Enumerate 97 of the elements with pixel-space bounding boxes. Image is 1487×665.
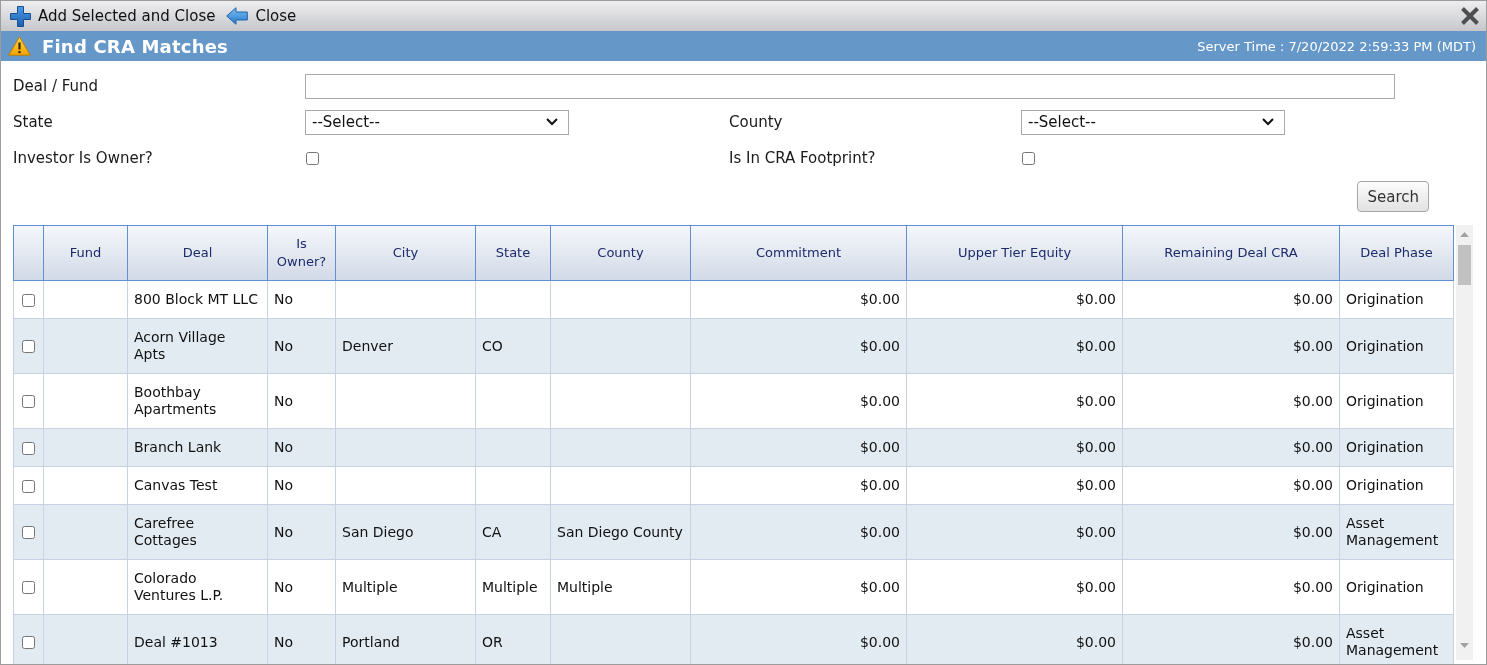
table-row[interactable]: 800 Block MT LLC No $0.00 $0.00 $0.00 Origination — [13, 280, 1454, 319]
table-row[interactable]: Branch Lank No $0.00 $0.00 $0.00 Origination — [13, 428, 1454, 467]
table-cell: $0.00 — [1122, 466, 1340, 505]
field-label: Deal / Fund — [13, 77, 100, 95]
table-row[interactable]: Acorn Village Apts No Denver CO $0.00 $0.00 $0.00 Origination — [13, 318, 1454, 374]
table-cell: $0.00 — [906, 466, 1123, 505]
table-cell: No — [267, 559, 336, 615]
table-cell: $0.00 — [690, 373, 907, 429]
table-cell: No — [267, 318, 336, 374]
table-cell: Multiple — [335, 559, 476, 615]
table-cell: $0.00 — [1122, 280, 1340, 319]
dropdown[interactable]: --Select-- — [305, 109, 569, 135]
table-cell: 800 Block MT LLC — [127, 280, 268, 319]
text-field[interactable] — [305, 73, 1395, 99]
table-cell: No — [267, 280, 336, 319]
table-cell: $0.00 — [1122, 559, 1340, 615]
table-cell: Origination — [1339, 373, 1454, 429]
table-cell: San Diego — [335, 504, 476, 560]
checkbox[interactable] — [22, 395, 35, 408]
table-cell: $0.00 — [1122, 428, 1340, 467]
table-row[interactable]: Canvas Test No $0.00 $0.00 $0.00 Origination — [13, 466, 1454, 505]
column-header[interactable]: Upper Tier Equity — [906, 225, 1123, 281]
search-button[interactable]: Search — [1357, 181, 1429, 212]
table-cell: Denver — [335, 318, 476, 374]
table-cell: $0.00 — [690, 559, 907, 615]
table-cell: No — [267, 428, 336, 467]
table-cell: CO — [475, 318, 551, 374]
checkbox[interactable] — [22, 293, 35, 307]
table-cell: Origination — [1339, 559, 1454, 615]
column-header[interactable]: Is Owner? — [267, 225, 336, 281]
table-cell: $0.00 — [690, 504, 907, 560]
table-cell: $0.00 — [906, 280, 1123, 319]
chevron-down-icon — [546, 118, 558, 126]
checkbox[interactable] — [22, 340, 35, 353]
table-cell: Origination — [1339, 428, 1454, 467]
field-label: Is In CRA Footprint? — [729, 149, 877, 167]
table-cell: Origination — [1339, 280, 1454, 319]
table-cell: Canvas Test — [127, 466, 268, 505]
table-cell: Multiple — [550, 559, 691, 615]
table-cell: San Diego County — [550, 504, 691, 560]
column-header[interactable]: Deal — [127, 225, 268, 281]
table-cell: Carefree Cottages — [127, 504, 268, 560]
column-header[interactable]: Deal Phase — [1339, 225, 1454, 281]
table-row[interactable]: Boothbay Apartments No $0.00 $0.00 $0.00 Origination — [13, 373, 1454, 429]
table-cell: $0.00 — [1122, 504, 1340, 560]
checkbox[interactable] — [22, 581, 35, 594]
column-header[interactable]: State — [475, 225, 551, 281]
table-cell: $0.00 — [906, 373, 1123, 429]
table-cell: $0.00 — [906, 504, 1123, 560]
table-cell: Branch Lank — [127, 428, 268, 467]
table-cell: Boothbay Apartments — [127, 373, 268, 429]
table-cell: Asset Management — [1339, 504, 1454, 560]
table-cell: No — [267, 373, 336, 429]
close-button[interactable]: Close — [226, 3, 302, 29]
checkbox[interactable] — [22, 441, 35, 455]
column-header[interactable]: County — [550, 225, 691, 281]
server-time: Server Time : 7/20/2022 2:59:33 PM (MDT) — [1197, 38, 1476, 54]
plus-icon — [10, 5, 31, 27]
column-header[interactable]: Commitment — [690, 225, 907, 281]
column-header[interactable]: Fund — [43, 225, 128, 281]
checkbox[interactable] — [1022, 152, 1035, 165]
close-icon — [1460, 6, 1480, 26]
table-cell: Origination — [1339, 318, 1454, 374]
table-cell: $0.00 — [690, 428, 907, 467]
table-cell: $0.00 — [1122, 373, 1340, 429]
table-cell: $0.00 — [690, 280, 907, 319]
table-cell: $0.00 — [690, 466, 907, 505]
chevron-down-icon — [1262, 118, 1274, 126]
scrollbar[interactable] — [1456, 225, 1473, 660]
table-cell: No — [267, 466, 336, 505]
checkbox[interactable] — [306, 152, 319, 165]
checkbox[interactable] — [22, 479, 35, 493]
checkbox[interactable] — [22, 526, 35, 539]
column-header[interactable]: Remaining Deal CRA — [1122, 225, 1340, 281]
table-cell: $0.00 — [690, 318, 907, 374]
field-label: Investor Is Owner? — [13, 149, 154, 167]
table-cell: CA — [475, 504, 551, 560]
table-cell: $0.00 — [1122, 318, 1340, 374]
arrow-left-icon — [226, 7, 249, 25]
dropdown[interactable]: --Select-- — [1021, 109, 1285, 135]
table-cell: $0.00 — [906, 559, 1123, 615]
table-cell: Origination — [1339, 466, 1454, 505]
scrollbar-thumb[interactable] — [1458, 245, 1471, 285]
field-label: County — [729, 113, 784, 131]
table-cell: Multiple — [475, 559, 551, 615]
table-cell: Colorado Ventures L.P. — [127, 559, 268, 615]
field-label: State — [13, 113, 54, 131]
add-selected-button[interactable]: Add Selected and Close — [10, 3, 221, 29]
table-row[interactable]: Colorado Ventures L.P. No Multiple Multiple Multiple $0.00 $0.00 $0.00 Origination — [13, 559, 1454, 615]
table-cell: $0.00 — [906, 318, 1123, 374]
warning-icon — [8, 36, 31, 56]
table-cell: No — [267, 504, 336, 560]
table-cell: $0.00 — [906, 428, 1123, 467]
column-header[interactable]: City — [335, 225, 476, 281]
dialog-title: Find CRA Matches — [42, 35, 228, 57]
table-cell: Acorn Village Apts — [127, 318, 268, 374]
checkbox[interactable] — [22, 636, 35, 649]
